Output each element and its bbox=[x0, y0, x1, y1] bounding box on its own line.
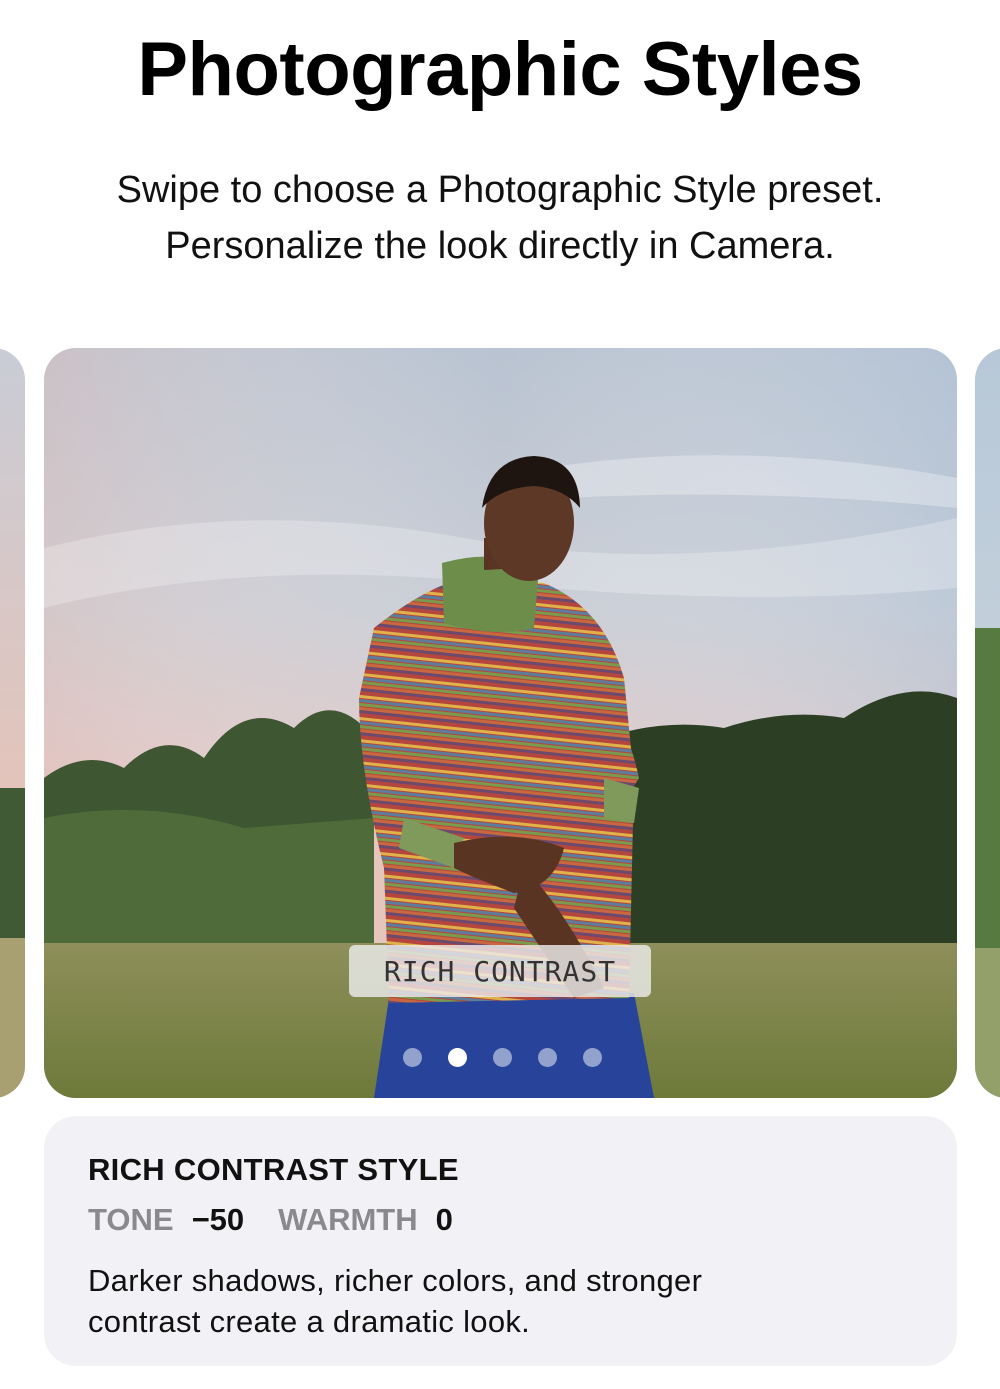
style-name-heading: RICH CONTRAST STYLE bbox=[88, 1152, 459, 1187]
previous-style-card[interactable] bbox=[0, 348, 25, 1098]
description-line-1: Darker shadows, richer colors, and stron… bbox=[88, 1263, 703, 1298]
style-parameters: TONE −50 WARMTH 0 bbox=[88, 1200, 913, 1240]
style-description: Darker shadows, richer colors, and stron… bbox=[88, 1260, 913, 1342]
page-dot-4[interactable] bbox=[538, 1048, 557, 1067]
style-info-panel: RICH CONTRAST STYLE TONE −50 WARMTH 0 Da… bbox=[44, 1116, 957, 1366]
page-indicator[interactable] bbox=[44, 1048, 957, 1072]
page-dot-2-active[interactable] bbox=[448, 1048, 467, 1067]
next-style-card[interactable] bbox=[975, 348, 1000, 1098]
subtitle-line-1: Swipe to choose a Photographic Style pre… bbox=[116, 169, 884, 211]
description-line-2: contrast create a dramatic look. bbox=[88, 1304, 531, 1339]
page-title: Photographic Styles bbox=[137, 27, 863, 112]
page-dot-3[interactable] bbox=[493, 1048, 512, 1067]
warmth-value: 0 bbox=[435, 1202, 453, 1237]
page-dot-5[interactable] bbox=[583, 1048, 602, 1067]
page-subtitle: Swipe to choose a Photographic Style pre… bbox=[0, 162, 1000, 274]
style-name-tag: RICH CONTRAST bbox=[349, 945, 651, 997]
previous-style-photo bbox=[0, 348, 25, 1098]
rich-contrast-card[interactable]: RICH CONTRAST bbox=[44, 348, 957, 1098]
tone-label: TONE bbox=[88, 1202, 174, 1237]
tone-value: −50 bbox=[191, 1202, 245, 1237]
style-carousel[interactable]: RICH CONTRAST bbox=[0, 348, 1000, 1098]
page-dot-1[interactable] bbox=[403, 1048, 422, 1067]
next-style-photo bbox=[975, 348, 1000, 1098]
warmth-label: WARMTH bbox=[278, 1202, 418, 1237]
subtitle-line-2: Personalize the look directly in Camera. bbox=[165, 225, 835, 267]
